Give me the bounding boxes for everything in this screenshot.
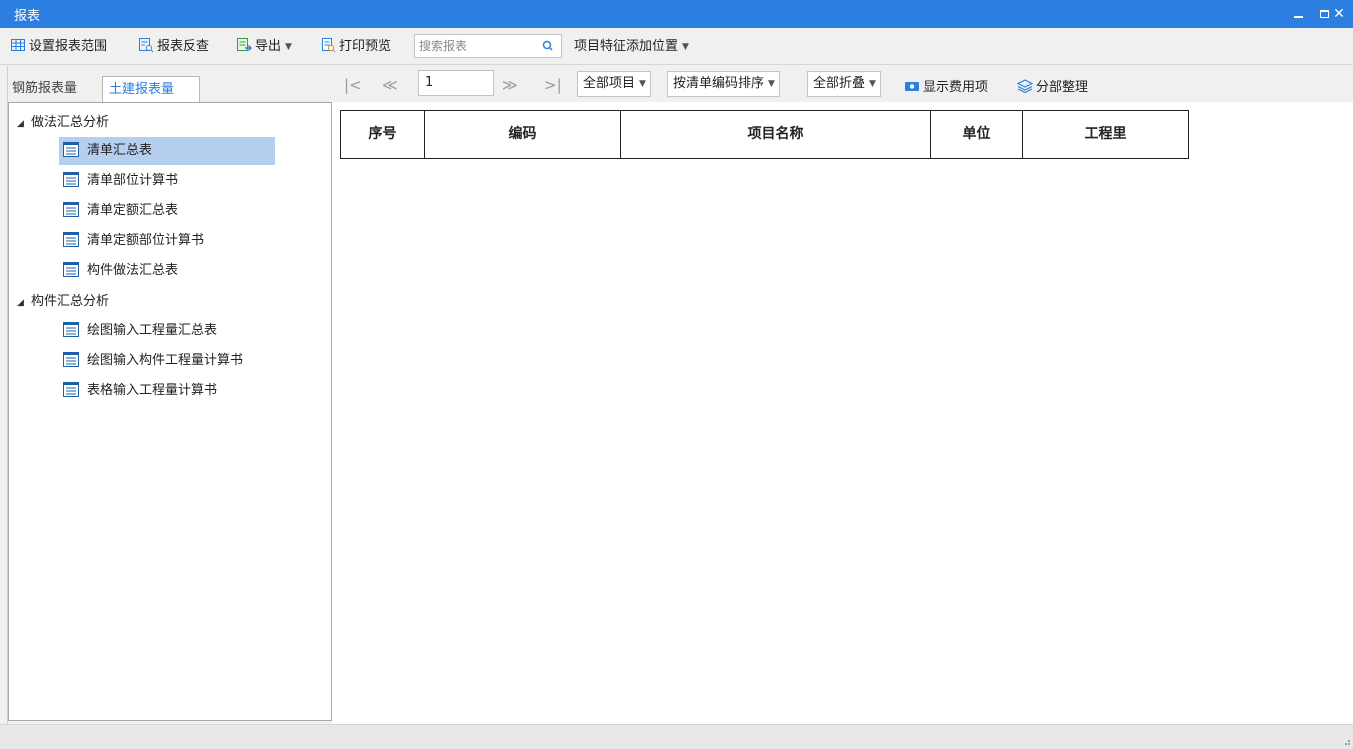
sort-label: 按清单编码排序 bbox=[673, 76, 765, 91]
chevron-down-icon: ▼ bbox=[285, 42, 292, 52]
expand-triangle-icon[interactable]: ◢ bbox=[17, 113, 31, 135]
document-icon bbox=[63, 202, 79, 217]
tab-civil[interactable]: 土建报表量 bbox=[102, 76, 200, 102]
report-tree-panel: ◢ 做法汇总分析 清单汇总表 清单部位计算书 清单定额汇总表 清单定额部位计算书 … bbox=[8, 102, 332, 721]
tree-item-label: 清单定额汇总表 bbox=[87, 203, 179, 218]
tab-rebar[interactable]: 钢筋报表量 bbox=[6, 76, 100, 102]
tree-item-drawing-input-component-calc[interactable]: 绘图输入构件工程量计算书 bbox=[59, 347, 275, 375]
tree-item-label: 表格输入工程量计算书 bbox=[87, 383, 218, 398]
status-bar bbox=[0, 724, 1353, 749]
tree-item-table-input-calc[interactable]: 表格输入工程量计算书 bbox=[59, 377, 275, 405]
set-range-label: 设置报表范围 bbox=[29, 39, 108, 54]
sort-dropdown[interactable]: 按清单编码排序 ▼ bbox=[667, 71, 780, 97]
collapse-label: 全部折叠 bbox=[813, 76, 866, 91]
tree-item-bill-location-calc[interactable]: 清单部位计算书 bbox=[59, 167, 275, 195]
tree-group-label: 构件汇总分析 bbox=[31, 294, 110, 309]
report-reverse-label: 报表反查 bbox=[157, 39, 210, 54]
export-icon bbox=[237, 38, 252, 51]
page-number-input[interactable]: 1 bbox=[418, 70, 494, 96]
tree-group-method-summary[interactable]: ◢ 做法汇总分析 bbox=[17, 112, 109, 134]
tree-item-component-method-summary[interactable]: 构件做法汇总表 bbox=[59, 257, 275, 285]
grid-icon bbox=[11, 39, 25, 51]
prev-page-button[interactable]: ≪ bbox=[382, 76, 398, 94]
report-content-area: 序号 编码 项目名称 单位 工程里 bbox=[332, 102, 1353, 724]
show-fee-button[interactable]: 显示费用项 bbox=[904, 76, 988, 95]
section-arrange-button[interactable]: 分部整理 bbox=[1017, 76, 1088, 95]
tree-item-label: 绘图输入工程量汇总表 bbox=[87, 323, 218, 338]
window-titlebar: 报表 ✕ bbox=[0, 0, 1353, 28]
document-icon bbox=[63, 232, 79, 247]
column-header-unit: 单位 bbox=[930, 110, 1023, 159]
tree-group-label: 做法汇总分析 bbox=[31, 115, 110, 130]
resize-grip-icon[interactable] bbox=[1341, 736, 1351, 746]
print-preview-label: 打印预览 bbox=[339, 39, 392, 54]
filter-items-dropdown[interactable]: 全部项目 ▼ bbox=[577, 71, 651, 97]
export-dropdown[interactable]: 导出 ▼ bbox=[236, 37, 292, 57]
filter-items-label: 全部项目 bbox=[583, 76, 636, 91]
export-label: 导出 bbox=[255, 39, 282, 54]
chevron-down-icon: ▼ bbox=[682, 42, 689, 52]
layers-icon bbox=[1017, 79, 1033, 94]
toolbar: 设置报表范围 报表反查 导出 ▼ 打印预览 项目特征添加位置 ▼ bbox=[0, 28, 1353, 65]
tree-item-label: 清单定额部位计算书 bbox=[87, 233, 205, 248]
tree-item-label: 构件做法汇总表 bbox=[87, 263, 179, 278]
table-header-row: 序号 编码 项目名称 单位 工程里 bbox=[340, 110, 1189, 159]
report-search-icon bbox=[139, 38, 154, 53]
report-table: 序号 编码 项目名称 单位 工程里 bbox=[340, 110, 1189, 159]
collapse-dropdown[interactable]: 全部折叠 ▼ bbox=[807, 71, 881, 97]
column-header-seq: 序号 bbox=[340, 110, 425, 159]
feature-position-label: 项目特征添加位置 bbox=[574, 39, 679, 54]
document-icon bbox=[63, 172, 79, 187]
report-search-box bbox=[414, 34, 562, 58]
column-header-code: 编码 bbox=[424, 110, 621, 159]
search-icon[interactable] bbox=[541, 39, 555, 53]
document-icon bbox=[63, 142, 79, 157]
column-header-item-name: 项目名称 bbox=[620, 110, 931, 159]
left-edge-strip bbox=[0, 66, 8, 726]
tree-item-drawing-input-summary[interactable]: 绘图输入工程量汇总表 bbox=[59, 317, 275, 345]
close-button[interactable]: ✕ bbox=[1328, 3, 1350, 25]
show-fee-label: 显示费用项 bbox=[923, 80, 989, 95]
column-header-quantity: 工程里 bbox=[1022, 110, 1189, 159]
window-title: 报表 bbox=[14, 9, 41, 24]
minimize-button[interactable] bbox=[1288, 3, 1310, 25]
document-icon bbox=[63, 322, 79, 337]
expand-triangle-icon[interactable]: ◢ bbox=[17, 292, 31, 314]
tree-item-bill-quota-location-calc[interactable]: 清单定额部位计算书 bbox=[59, 227, 275, 255]
set-range-button[interactable]: 设置报表范围 bbox=[10, 37, 107, 57]
chevron-down-icon: ▼ bbox=[869, 79, 876, 89]
close-icon: ✕ bbox=[1333, 6, 1345, 22]
document-icon bbox=[63, 262, 79, 277]
chevron-down-icon: ▼ bbox=[768, 79, 775, 89]
tree-item-bill-summary[interactable]: 清单汇总表 bbox=[59, 137, 275, 165]
next-page-button[interactable]: ≫ bbox=[502, 76, 518, 94]
tree-group-component-summary[interactable]: ◢ 构件汇总分析 bbox=[17, 291, 109, 313]
minimize-icon bbox=[1294, 16, 1303, 18]
document-icon bbox=[63, 382, 79, 397]
tree-item-label: 绘图输入构件工程量计算书 bbox=[87, 353, 244, 368]
last-page-button[interactable]: >| bbox=[544, 76, 562, 94]
tree-item-bill-quota-summary[interactable]: 清单定额汇总表 bbox=[59, 197, 275, 225]
chevron-down-icon: ▼ bbox=[639, 79, 646, 89]
section-arrange-label: 分部整理 bbox=[1036, 80, 1089, 95]
first-page-button[interactable]: |< bbox=[344, 76, 362, 94]
print-preview-icon bbox=[322, 38, 336, 53]
search-input[interactable] bbox=[415, 35, 533, 57]
print-preview-button[interactable]: 打印预览 bbox=[320, 37, 391, 57]
fee-icon bbox=[905, 82, 919, 91]
tree-item-label: 清单汇总表 bbox=[87, 143, 153, 158]
feature-position-dropdown[interactable]: 项目特征添加位置 ▼ bbox=[574, 37, 689, 57]
report-nav-bar: |< ≪ 1 ≫ >| 全部项目 ▼ 按清单编码排序 ▼ 全部折叠 ▼ 显示费用项 分… bbox=[332, 68, 1353, 102]
tree-item-label: 清单部位计算书 bbox=[87, 173, 179, 188]
document-icon bbox=[63, 352, 79, 367]
report-reverse-button[interactable]: 报表反查 bbox=[138, 37, 209, 57]
